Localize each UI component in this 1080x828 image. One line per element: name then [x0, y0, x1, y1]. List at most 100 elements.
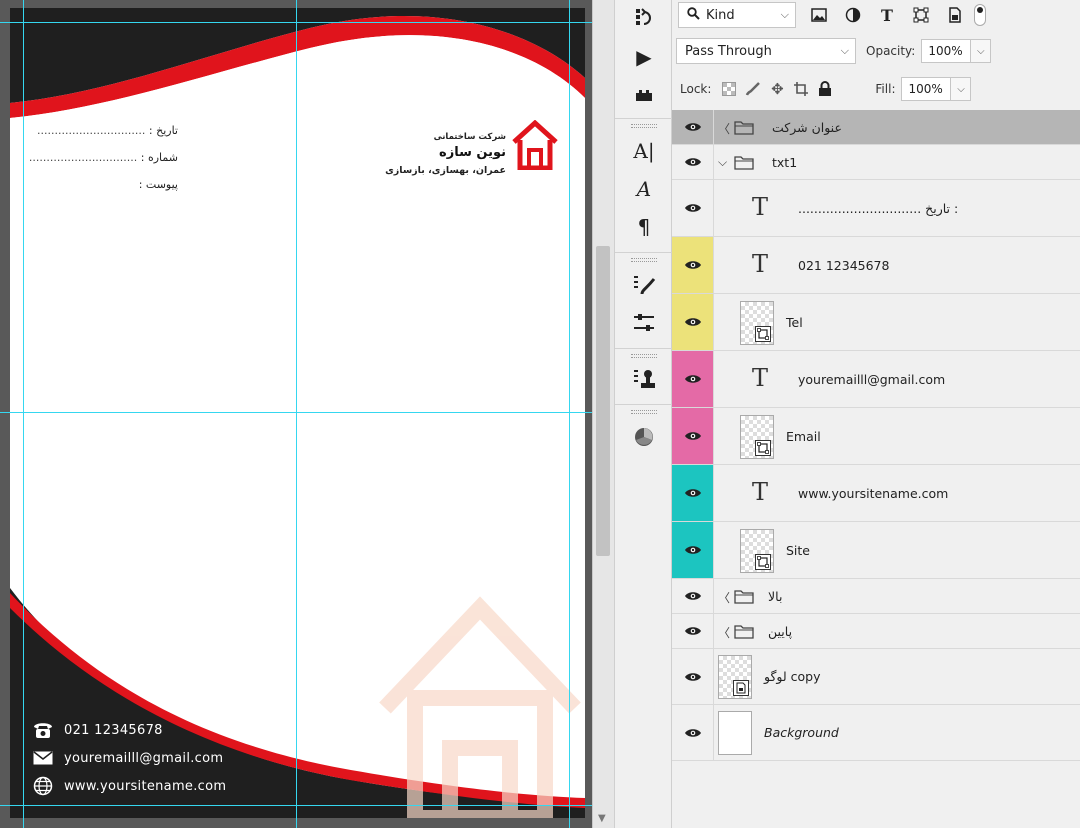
canvas-vertical-scrollbar[interactable]: ▼: [592, 0, 614, 828]
chevron-down-icon[interactable]: ⌵: [718, 155, 727, 170]
filter-toggle[interactable]: [974, 4, 986, 26]
layer-row[interactable]: Twww.yoursitename.com: [672, 465, 1080, 522]
adjustments-sliders-icon[interactable]: [629, 308, 659, 338]
paragraph-panel-icon[interactable]: ¶: [629, 212, 659, 242]
email-text: youremailll@gmail.com: [64, 750, 224, 766]
3d-materials-icon[interactable]: [629, 422, 659, 452]
layer-row[interactable]: 〈 پایین: [672, 614, 1080, 649]
chevron-left-icon[interactable]: 〈: [718, 624, 730, 641]
history-icon[interactable]: [629, 2, 659, 32]
actions-play-icon[interactable]: ▶: [629, 42, 659, 72]
layer-visibility-toggle[interactable]: [672, 465, 714, 521]
layer-visibility-toggle[interactable]: [672, 408, 714, 464]
layer-visibility-toggle[interactable]: [672, 351, 714, 407]
layer-thumbnail: [718, 655, 752, 699]
layer-row[interactable]: ⌵ txt1: [672, 145, 1080, 180]
glyphs-panel-icon[interactable]: A: [629, 174, 659, 204]
tool-presets-icon[interactable]: [629, 80, 659, 110]
house-logo-icon: [512, 120, 558, 170]
layer-row[interactable]: 〈 عنوان شرکت: [672, 110, 1080, 145]
layer-visibility-toggle[interactable]: [672, 579, 714, 613]
eye-icon: [684, 123, 701, 131]
fill-chevron-icon[interactable]: ⌵: [951, 77, 972, 101]
filter-shape-icon[interactable]: [908, 2, 934, 28]
contact-email: youremailll@gmail.com: [32, 747, 223, 769]
phone-icon: [32, 719, 54, 741]
fill-label: Fill:: [875, 82, 896, 96]
smart-object-icon: [733, 680, 749, 696]
layer-name: youremailll@gmail.com: [798, 371, 946, 387]
layer-visibility-toggle[interactable]: [672, 180, 714, 236]
blend-opacity-row: Pass Through ⌵ Opacity: 100% ⌵: [672, 36, 1080, 66]
lock-artboard-icon[interactable]: [789, 78, 813, 100]
lock-image-pixels-icon[interactable]: [741, 78, 765, 100]
layer-name: بالا: [768, 588, 783, 604]
layer-visibility-toggle[interactable]: [672, 705, 714, 760]
character-panel-icon[interactable]: A|: [629, 136, 659, 166]
blend-mode-dropdown[interactable]: Pass Through ⌵: [676, 38, 856, 64]
fill-input[interactable]: 100%: [901, 77, 952, 101]
date-label: تاریخ :: [148, 124, 178, 137]
scroll-down-arrow-icon[interactable]: ▼: [598, 813, 606, 824]
layer-visibility-toggle[interactable]: [672, 110, 714, 144]
layer-name: ............................... تاریخ :: [798, 200, 959, 216]
contact-website: www.yoursitename.com: [32, 775, 226, 797]
filter-kind-dropdown[interactable]: Kind ⌵: [678, 2, 796, 28]
brush-settings-icon[interactable]: [629, 270, 659, 300]
layer-row[interactable]: Email: [672, 408, 1080, 465]
chevron-left-icon[interactable]: 〈: [718, 589, 730, 606]
clone-source-stamp-icon[interactable]: [629, 364, 659, 394]
guide-vertical-2: [296, 0, 297, 828]
eye-icon: [684, 261, 701, 269]
eye-icon: [684, 318, 701, 326]
document-page[interactable]: شرکت ساختمانی نوین سازه عمران، بهسازی، ب…: [10, 8, 585, 818]
guide-vertical-1: [23, 0, 24, 828]
layer-visibility-toggle[interactable]: [672, 237, 714, 293]
smart-object-icon: [755, 439, 771, 456]
layer-visibility-toggle[interactable]: [672, 145, 714, 179]
phone-text: 021 12345678: [64, 722, 163, 738]
opacity-input[interactable]: 100%: [921, 39, 972, 63]
company-small-label: شرکت ساختمانی: [433, 132, 506, 142]
canvas-area[interactable]: شرکت ساختمانی نوین سازه عمران، بهسازی، ب…: [0, 0, 592, 828]
lock-label: Lock:: [680, 82, 712, 96]
eye-icon: [684, 592, 701, 600]
layer-row[interactable]: لوگو copy: [672, 649, 1080, 705]
folder-icon: [734, 589, 754, 604]
lock-all-icon[interactable]: [813, 78, 837, 100]
layer-visibility-toggle[interactable]: [672, 614, 714, 648]
layer-name: لوگو copy: [764, 669, 821, 684]
opacity-chevron-icon[interactable]: ⌵: [971, 39, 992, 63]
text-layer-icon: T: [752, 192, 769, 221]
layers-panel: Kind ⌵ T Pass Through ⌵ Opacity: 100% ⌵ …: [672, 0, 1080, 828]
number-label: شماره :: [140, 151, 178, 164]
layer-row[interactable]: Background: [672, 705, 1080, 761]
panel-tool-strip: ▶ A| A ¶: [614, 0, 673, 828]
opacity-label: Opacity:: [866, 44, 916, 58]
date-dots: ...............................: [37, 124, 146, 137]
filter-adjustment-icon[interactable]: [840, 2, 866, 28]
layer-row[interactable]: 〈 بالا: [672, 579, 1080, 614]
text-layer-icon: T: [752, 249, 769, 278]
layer-name: txt1: [772, 154, 798, 170]
scrollbar-thumb[interactable]: [596, 246, 610, 556]
lock-position-icon[interactable]: ✥: [765, 78, 789, 100]
filter-kind-value: Kind: [706, 7, 735, 23]
chevron-left-icon[interactable]: 〈: [718, 120, 730, 137]
layer-visibility-toggle[interactable]: [672, 649, 714, 704]
layer-row[interactable]: Tyouremailll@gmail.com: [672, 351, 1080, 408]
layer-row[interactable]: T ............................... تاریخ :: [672, 180, 1080, 237]
filter-pixel-icon[interactable]: [806, 2, 832, 28]
layer-row[interactable]: T 021 12345678: [672, 237, 1080, 294]
layer-visibility-toggle[interactable]: [672, 294, 714, 350]
layer-thumbnail: [718, 711, 752, 755]
lock-transparent-pixels-icon[interactable]: [717, 78, 741, 100]
layer-visibility-toggle[interactable]: [672, 522, 714, 578]
layer-row[interactable]: Tel: [672, 294, 1080, 351]
guide-horizontal-2: [0, 412, 592, 413]
filter-type-icon[interactable]: T: [874, 2, 900, 28]
globe-icon: [32, 775, 54, 797]
layer-row[interactable]: Site: [672, 522, 1080, 579]
eye-icon: [684, 672, 701, 681]
filter-smart-object-icon[interactable]: [942, 2, 968, 28]
